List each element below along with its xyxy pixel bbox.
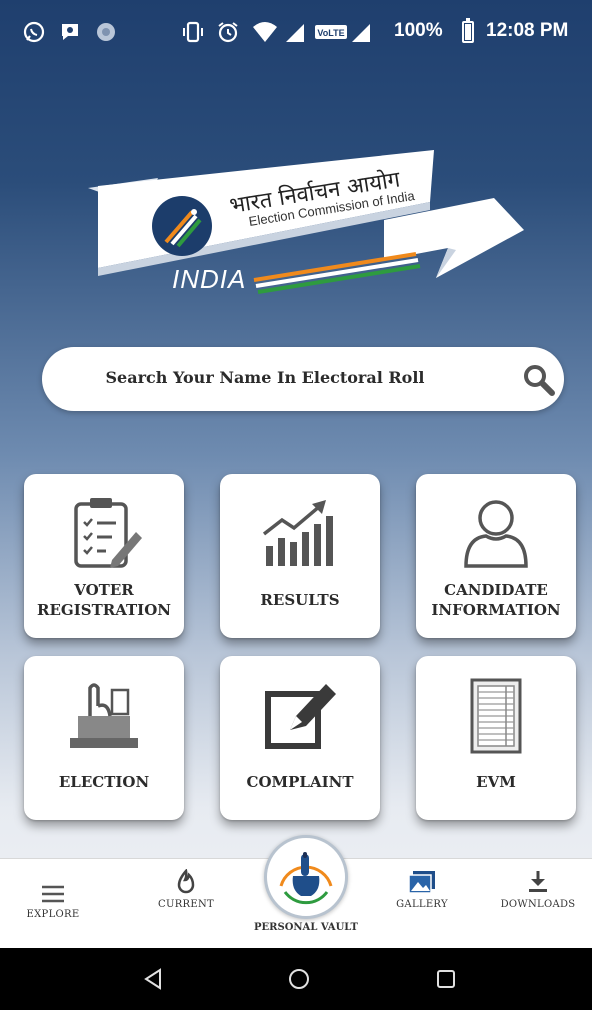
- complaint-tile[interactable]: COMPLAINT: [220, 656, 380, 820]
- nav-downloads[interactable]: DOWNLOADS: [490, 869, 586, 910]
- election-tile[interactable]: ELECTION: [24, 656, 184, 820]
- search-placeholder[interactable]: Search Your Name In Electoral Roll: [42, 368, 488, 387]
- svg-text:VoLTE: VoLTE: [317, 28, 344, 38]
- nav-explore[interactable]: EXPLORE: [20, 883, 86, 920]
- tile-label-line1: COMPLAINT: [246, 773, 354, 791]
- system-navigation-bar: [0, 948, 592, 1010]
- app-icon: [94, 20, 118, 50]
- nav-current-label: CURRENT: [158, 899, 214, 910]
- tile-label-line2: INFORMATION: [431, 601, 561, 619]
- wifi-icon: [252, 20, 278, 50]
- edit-icon: [265, 684, 336, 749]
- evm-tile[interactable]: EVM: [416, 656, 576, 820]
- volte-icon: VoLTE: [314, 20, 348, 50]
- recents-icon[interactable]: [436, 969, 456, 989]
- chat-icon: [58, 20, 82, 50]
- voter-registration-tile[interactable]: VOTER REGISTRATION: [24, 474, 184, 638]
- nav-current[interactable]: CURRENT: [144, 868, 228, 910]
- tile-label-line1: RESULTS: [260, 591, 340, 609]
- results-tile[interactable]: RESULTS: [220, 474, 380, 638]
- tile-label-line1: ELECTION: [58, 773, 150, 791]
- ballot-box-icon: [70, 683, 138, 748]
- tile-label-line1: EVM: [476, 773, 516, 791]
- app-screen: VoLTE 100% 12:08 PM भारत निर्वाचन आयोग E…: [0, 0, 592, 1010]
- alarm-icon: [216, 20, 240, 50]
- menu-icon: [42, 885, 64, 903]
- flame-icon: [177, 868, 195, 894]
- candidate-information-tile[interactable]: CANDIDATE INFORMATION: [416, 474, 576, 638]
- battery-percent: 100%: [394, 20, 443, 41]
- nav-personal-vault-label: PERSONAL VAULT: [254, 922, 358, 933]
- home-icon[interactable]: [288, 968, 310, 990]
- whatsapp-icon: [22, 20, 46, 50]
- bar-chart-icon: [262, 500, 333, 566]
- person-icon: [464, 500, 528, 568]
- signal-icon: [284, 20, 306, 50]
- nav-downloads-label: DOWNLOADS: [500, 899, 576, 910]
- nav-gallery-label: GALLERY: [396, 899, 448, 910]
- nav-personal-vault-button[interactable]: [264, 835, 348, 919]
- evm-icon: [470, 678, 522, 754]
- voting-finger-icon: [279, 852, 333, 905]
- clock: 12:08 PM: [486, 20, 569, 41]
- eci-logo: [88, 150, 524, 294]
- back-icon[interactable]: [142, 968, 164, 990]
- download-icon: [529, 871, 547, 892]
- tile-label-line1: VOTER: [74, 581, 134, 599]
- status-bar: VoLTE 100% 12:08 PM: [0, 0, 592, 64]
- search-icon[interactable]: [522, 363, 556, 397]
- battery-icon: [462, 18, 474, 43]
- clipboard-icon: [74, 498, 142, 568]
- logo-country-text: INDIA: [172, 264, 247, 294]
- tile-label-line1: CANDIDATE: [444, 581, 548, 599]
- tile-label-line2: REGISTRATION: [37, 601, 171, 619]
- nav-explore-label: EXPLORE: [26, 909, 80, 920]
- vibrate-icon: [180, 20, 206, 50]
- gallery-icon: [408, 871, 435, 894]
- search-bar[interactable]: Search Your Name In Electoral Roll: [42, 347, 564, 411]
- nav-gallery[interactable]: GALLERY: [380, 869, 464, 910]
- signal-icon: [350, 20, 372, 50]
